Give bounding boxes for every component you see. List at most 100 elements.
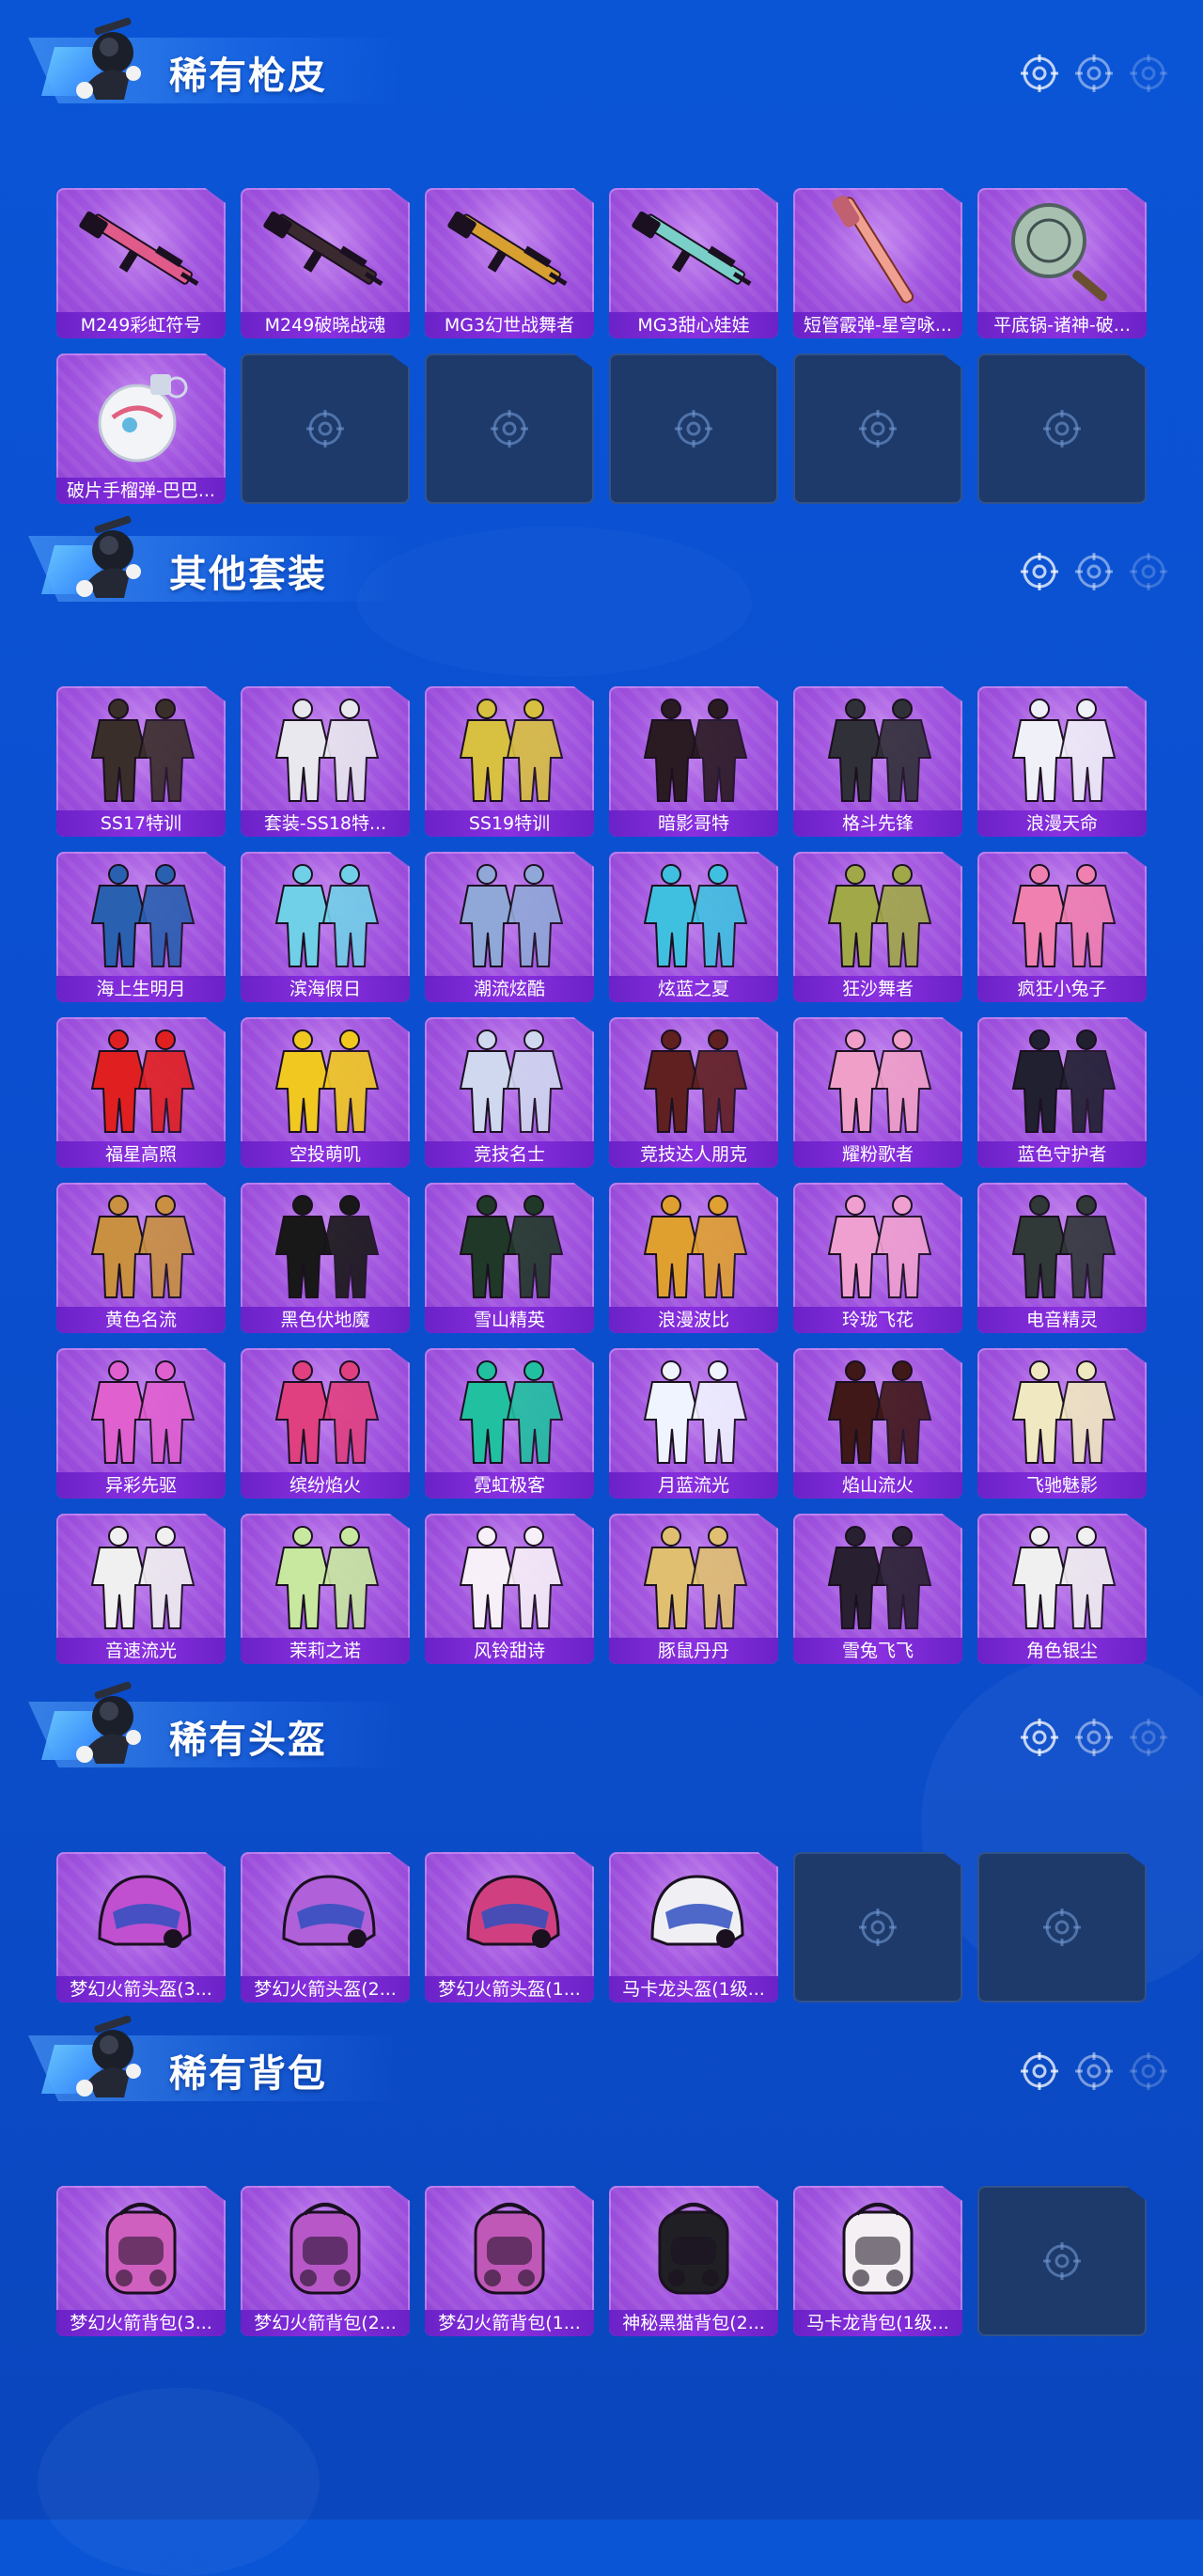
item-card[interactable]: 马卡龙头盔(1级... [609,1852,778,2003]
empty-slot[interactable] [241,353,410,504]
outfit-icon [259,1025,391,1134]
item-name: 福星高照 [56,1141,226,1168]
item-card[interactable]: 风铃甜诗 [425,1514,594,1664]
item-card[interactable]: 竞技名士 [425,1017,594,1168]
crosshair-icon [1128,1717,1169,1758]
item-card[interactable]: 异彩先驱 [56,1348,226,1499]
item-card[interactable]: 海上生明月 [56,852,226,1002]
item-name: 暗影哥特 [609,810,778,837]
item-card[interactable]: 疯狂小兔子 [977,852,1147,1002]
item-card[interactable]: 玲珑飞花 [793,1183,962,1333]
outfit-icon [628,1190,759,1299]
item-card[interactable]: 电音精灵 [977,1183,1147,1333]
helmet-icon [259,1860,391,1969]
item-name: 疯狂小兔子 [977,976,1147,1002]
item-card[interactable]: SS17特训 [56,686,226,837]
section-title: 稀有头盔 [169,1719,327,1762]
backpack-icon [259,2193,391,2302]
item-card[interactable]: 暗影哥特 [609,686,778,837]
empty-slot[interactable] [977,2186,1147,2336]
item-card[interactable]: 梦幻火箭背包(1... [425,2186,594,2336]
empty-slot[interactable] [793,1852,962,2003]
item-name: 耀粉歌者 [793,1141,962,1168]
crosshair-icon [1073,551,1115,592]
item-card[interactable]: MG3幻世战舞者 [425,188,594,338]
item-card[interactable]: 耀粉歌者 [793,1017,962,1168]
item-card[interactable]: 竞技达人朋克 [609,1017,778,1168]
empty-slot[interactable] [425,353,594,504]
section-3: 稀有头盔 梦幻火箭头盔(3... 梦幻火箭头盔(2... 梦幻火箭头盔(1...… [0,1664,1203,2003]
item-card[interactable]: 平底锅-诸神-破... [977,188,1147,338]
outfit-icon [996,1190,1128,1299]
outfit-icon [444,1356,575,1465]
crosshair-icon [1019,2050,1060,2092]
item-name: 空投萌叽 [241,1141,410,1168]
item-card[interactable]: 神秘黑猫背包(2... [609,2186,778,2336]
item-card[interactable]: 狂沙舞者 [793,852,962,1002]
item-card[interactable]: 霓虹极客 [425,1348,594,1499]
item-card[interactable]: 梦幻火箭头盔(3... [56,1852,226,2003]
item-card[interactable]: 音速流光 [56,1514,226,1664]
item-card[interactable]: 黑色伏地魔 [241,1183,410,1333]
item-card[interactable]: M249彩虹符号 [56,188,226,338]
crosshair-icon [1073,2050,1115,2092]
item-card[interactable]: 蓝色守护者 [977,1017,1147,1168]
outfit-icon [996,1356,1128,1465]
item-card[interactable]: 浪漫天命 [977,686,1147,837]
outfit-icon [444,1025,575,1134]
outfit-icon [628,1356,759,1465]
machine-gun-icon [628,196,759,305]
item-card[interactable]: 短管霰弹-星穹咏... [793,188,962,338]
item-name: 玲珑飞花 [793,1307,962,1333]
outfit-icon [628,1025,759,1134]
outfit-icon [75,1356,207,1465]
item-card[interactable]: M249破晓战魂 [241,188,410,338]
item-card[interactable]: 福星高照 [56,1017,226,1168]
item-card[interactable]: 梦幻火箭背包(2... [241,2186,410,2336]
item-card[interactable]: 缤纷焰火 [241,1348,410,1499]
mascot-icon [60,1681,154,1775]
item-card[interactable]: 雪山精英 [425,1183,594,1333]
empty-slot[interactable] [793,353,962,504]
item-card[interactable]: 月蓝流光 [609,1348,778,1499]
item-card[interactable]: 梦幻火箭头盔(1... [425,1852,594,2003]
helmet-icon [628,1860,759,1969]
item-card[interactable]: 梦幻火箭头盔(2... [241,1852,410,2003]
item-card[interactable]: 茉莉之诺 [241,1514,410,1664]
empty-slot[interactable] [977,1852,1147,2003]
item-card[interactable]: 马卡龙背包(1级... [793,2186,962,2336]
item-name: 浪漫天命 [977,810,1147,837]
item-card[interactable]: 格斗先锋 [793,686,962,837]
item-card[interactable]: 炫蓝之夏 [609,852,778,1002]
item-name: 平底锅-诸神-破... [977,312,1147,338]
item-name: 异彩先驱 [56,1472,226,1499]
item-card[interactable]: 飞驰魅影 [977,1348,1147,1499]
item-card[interactable]: 滨海假日 [241,852,410,1002]
item-name: 马卡龙背包(1级... [793,2310,962,2336]
item-card[interactable]: 黄色名流 [56,1183,226,1333]
item-name: MG3甜心娃娃 [609,312,778,338]
item-card[interactable]: 潮流炫酷 [425,852,594,1002]
section-title: 稀有背包 [169,2052,327,2096]
item-card[interactable]: 套装-SS18特... [241,686,410,837]
item-card[interactable]: 豚鼠丹丹 [609,1514,778,1664]
empty-slot[interactable] [977,353,1147,504]
item-card[interactable]: 角色银尘 [977,1514,1147,1664]
empty-slot[interactable] [609,353,778,504]
item-card[interactable]: MG3甜心娃娃 [609,188,778,338]
item-card[interactable]: 浪漫波比 [609,1183,778,1333]
item-name: M249彩虹符号 [56,312,226,338]
item-card[interactable]: 梦幻火箭背包(3... [56,2186,226,2336]
item-name: 梦幻火箭背包(1... [425,2310,594,2336]
item-name: 霓虹极客 [425,1472,594,1499]
item-card[interactable]: 破片手榴弹-巴巴... [56,353,226,504]
item-card[interactable]: 焰山流火 [793,1348,962,1499]
item-name: 炫蓝之夏 [609,976,778,1002]
item-card[interactable]: 雪兔飞飞 [793,1514,962,1664]
outfit-icon [75,1521,207,1630]
grenade-icon [75,361,207,470]
outfit-icon [259,859,391,968]
crosshair-decoration [1019,53,1169,94]
item-card[interactable]: SS19特训 [425,686,594,837]
item-card[interactable]: 空投萌叽 [241,1017,410,1168]
